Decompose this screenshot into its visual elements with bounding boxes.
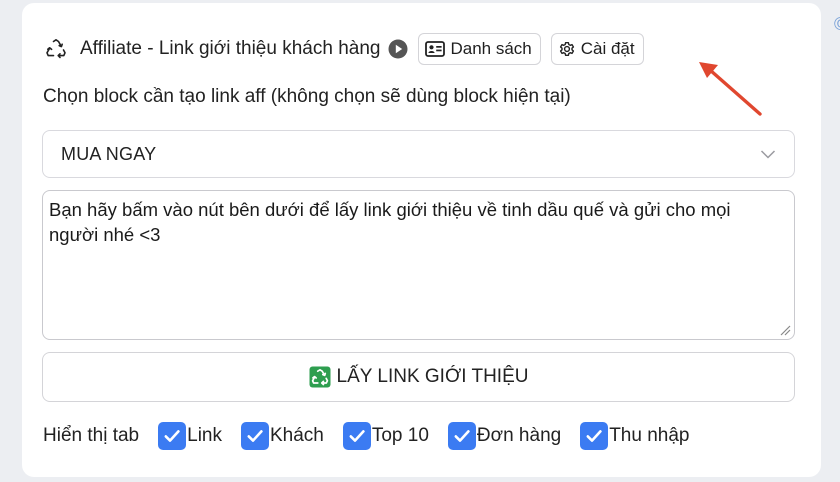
list-button[interactable]: Danh sách bbox=[418, 33, 541, 65]
checkmark-icon bbox=[164, 430, 180, 442]
contact-card-icon bbox=[425, 41, 446, 57]
recycle-icon bbox=[46, 39, 66, 59]
checkmark-icon bbox=[247, 430, 263, 442]
checkbox-label: Thu nhập bbox=[609, 425, 690, 446]
checkmark-icon bbox=[454, 430, 470, 442]
block-select-label: Chọn block cần tạo link aff (không chọn … bbox=[43, 86, 571, 107]
get-link-button-label: LẤY LINK GIỚI THIỆU bbox=[336, 366, 529, 387]
settings-button-label: Cài đặt bbox=[580, 39, 635, 58]
tab-checkbox-link[interactable]: Link bbox=[158, 422, 222, 450]
list-button-label: Danh sách bbox=[450, 39, 532, 58]
tab-checkbox-top10[interactable]: Top 10 bbox=[342, 422, 429, 450]
checkmark-icon bbox=[586, 430, 602, 442]
panel-header: Affiliate - Link giới thiệu khách hàng D… bbox=[44, 32, 654, 66]
checkbox[interactable] bbox=[158, 422, 187, 450]
tab-checkbox-income[interactable]: Thu nhập bbox=[580, 422, 690, 450]
checkbox-label: Đơn hàng bbox=[476, 425, 562, 446]
checkbox-label: Khách bbox=[269, 425, 324, 446]
settings-button[interactable]: Cài đặt bbox=[550, 33, 644, 65]
tabs-visibility-row: Hiển thị tab Link Khách Top 10 Đơn hàng … bbox=[43, 421, 709, 451]
checkbox-label: Top 10 bbox=[371, 425, 429, 446]
tabs-label: Hiển thị tab bbox=[43, 425, 140, 446]
play-icon[interactable] bbox=[388, 39, 408, 59]
app-title: Affiliate - Link giới thiệu khách hàng bbox=[80, 38, 381, 59]
tab-checkbox-orders[interactable]: Đơn hàng bbox=[447, 422, 562, 450]
checkbox[interactable] bbox=[240, 422, 269, 450]
checkbox[interactable] bbox=[342, 422, 371, 450]
tab-checkbox-customers[interactable]: Khách bbox=[240, 422, 324, 450]
chevron-down-icon bbox=[760, 150, 776, 159]
recycle-green-icon bbox=[309, 366, 331, 388]
resize-handle-icon[interactable] bbox=[779, 324, 791, 336]
get-link-button[interactable]: LẤY LINK GIỚI THIỆU bbox=[42, 352, 795, 402]
block-select[interactable]: MUA NGAY bbox=[42, 130, 795, 178]
block-select-value: MUA NGAY bbox=[61, 144, 157, 164]
gear-icon bbox=[559, 42, 574, 57]
checkbox[interactable] bbox=[580, 422, 609, 450]
checkbox[interactable] bbox=[447, 422, 476, 450]
message-text: Bạn hãy bấm vào nút bên dưới để lấy link… bbox=[49, 199, 731, 245]
checkbox-label: Link bbox=[187, 425, 222, 446]
checkmark-icon bbox=[349, 430, 365, 442]
edge-fragment: © bbox=[834, 14, 840, 52]
message-textarea[interactable]: Bạn hãy bấm vào nút bên dưới để lấy link… bbox=[42, 190, 795, 340]
annotation-arrow bbox=[699, 62, 762, 116]
